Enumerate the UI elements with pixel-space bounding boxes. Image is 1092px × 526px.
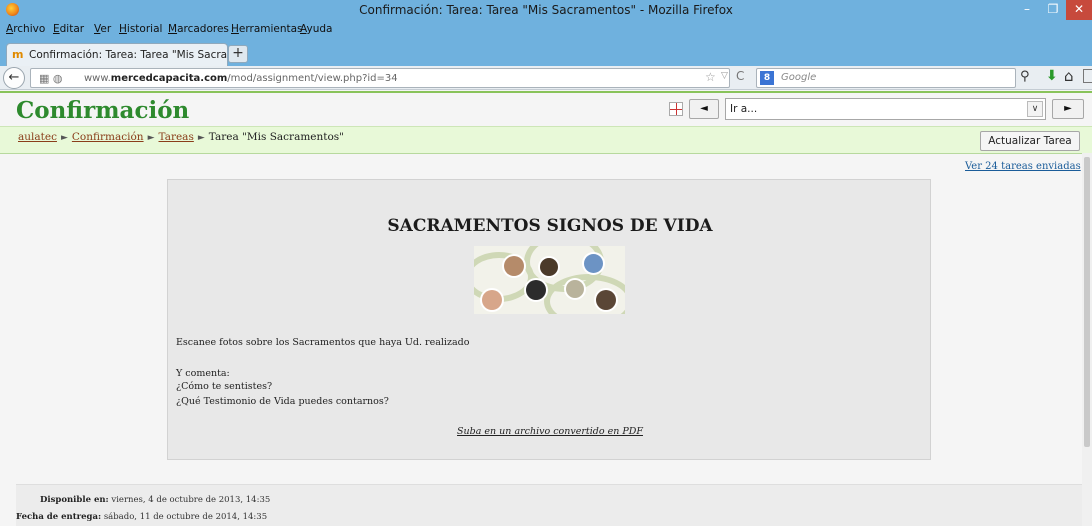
menu-ver[interactable]: Ver bbox=[94, 23, 111, 35]
assignment-instruction: Escanee fotos sobre los Sacramentos que … bbox=[176, 337, 470, 348]
home-icon[interactable]: ⌂ bbox=[1064, 67, 1074, 85]
jump-to-select[interactable]: Ir a... ∨ bbox=[725, 98, 1046, 120]
breadcrumb-tareas[interactable]: Tareas bbox=[159, 131, 194, 143]
chevron-down-icon[interactable]: ∨ bbox=[1027, 101, 1043, 117]
url-dropdown-icon[interactable]: ▽ bbox=[721, 71, 728, 81]
next-activity-button[interactable]: ► bbox=[1052, 99, 1084, 119]
breadcrumb-confirmacion[interactable]: Confirmación bbox=[72, 131, 144, 143]
header-divider bbox=[0, 91, 1092, 93]
previous-activity-button[interactable]: ◄ bbox=[689, 99, 719, 119]
view-submissions-link[interactable]: Ver 24 tareas enviadas bbox=[965, 161, 1081, 172]
menu-historial[interactable]: Historial bbox=[119, 23, 162, 35]
breadcrumb-current: Tarea "Mis Sacramentos" bbox=[208, 131, 345, 143]
breadcrumb-separator-icon: ► bbox=[197, 133, 205, 143]
site-identity-icon[interactable]: ▦ ◍ bbox=[39, 72, 63, 85]
available-date: Disponible en: viernes, 4 de octubre de … bbox=[40, 495, 271, 505]
menu-marcadores[interactable]: Marcadores bbox=[168, 23, 229, 35]
breadcrumb-separator-icon: ► bbox=[147, 133, 155, 143]
url-bar[interactable]: ▦ ◍ www.mercedcapacita.com/mod/assignmen… bbox=[30, 68, 730, 88]
dates-panel: Disponible en: viernes, 4 de octubre de … bbox=[16, 484, 1082, 526]
tab-active[interactable]: m Confirmación: Tarea: Tarea "Mis Sacram… bbox=[6, 43, 247, 66]
moodle-favicon-icon: m bbox=[12, 48, 24, 61]
due-date: Fecha de entrega: sábado, 11 de octubre … bbox=[16, 512, 268, 522]
layout-toggle-icon[interactable] bbox=[669, 102, 683, 116]
assignment-heading: SACRAMENTOS SIGNOS DE VIDA bbox=[387, 216, 713, 236]
toolbar-overflow-icon[interactable] bbox=[1083, 69, 1092, 83]
vertical-scrollbar[interactable] bbox=[1082, 153, 1092, 526]
menu-archivo[interactable]: Archivo bbox=[6, 23, 45, 35]
menu-editar[interactable]: Editar bbox=[53, 23, 84, 35]
url-text[interactable]: www.mercedcapacita.com/mod/assignment/vi… bbox=[84, 73, 398, 84]
bookmark-star-icon[interactable]: ☆ bbox=[705, 70, 716, 84]
update-assignment-button[interactable]: Actualizar Tarea bbox=[980, 131, 1080, 151]
back-button[interactable]: ← bbox=[3, 67, 25, 89]
reload-icon[interactable]: C bbox=[736, 69, 744, 83]
restore-button[interactable]: ❐ bbox=[1040, 0, 1066, 20]
minimize-button[interactable]: – bbox=[1014, 0, 1040, 20]
upload-pdf-instruction: Suba en un archivo convertido en PDF bbox=[457, 426, 643, 437]
sacraments-image bbox=[474, 246, 625, 314]
new-tab-button[interactable]: + bbox=[228, 45, 248, 63]
scrollbar-thumb[interactable] bbox=[1084, 157, 1090, 447]
close-button[interactable]: ✕ bbox=[1066, 0, 1092, 20]
assignment-description: SACRAMENTOS SIGNOS DE VIDA Escanee fotos… bbox=[167, 179, 931, 460]
menu-herramientas[interactable]: Herramientas bbox=[231, 23, 303, 35]
menu-bar: Archivo Editar Ver Historial Marcadores … bbox=[0, 20, 1092, 38]
tab-title: Confirmación: Tarea: Tarea "Mis Sacram..… bbox=[29, 49, 248, 61]
breadcrumb-aulatec[interactable]: aulatec bbox=[18, 131, 57, 143]
download-icon[interactable]: ⬇ bbox=[1046, 68, 1058, 84]
menu-ayuda[interactable]: Ayuda bbox=[300, 23, 332, 35]
course-title: Confirmación bbox=[16, 97, 190, 124]
search-field[interactable]: 8 Google bbox=[756, 68, 1016, 88]
search-placeholder: Google bbox=[781, 72, 817, 83]
assignment-question-1: ¿Cómo te sentistes? bbox=[176, 381, 273, 392]
assignment-comment-prompt: Y comenta: bbox=[176, 368, 230, 379]
assignment-question-2: ¿Qué Testimonio de Vida puedes contarnos… bbox=[176, 396, 389, 407]
breadcrumb-separator-icon: ► bbox=[60, 133, 68, 143]
jump-to-value: Ir a... bbox=[730, 103, 758, 115]
google-search-engine-icon[interactable]: 8 bbox=[760, 71, 774, 85]
tab-bar: m Confirmación: Tarea: Tarea "Mis Sacram… bbox=[0, 38, 1092, 66]
search-icon[interactable]: ⚲ bbox=[1020, 69, 1030, 84]
breadcrumb: aulatec ► Confirmación ► Tareas ► Tarea "Mis S… bbox=[18, 131, 344, 143]
window-title: Confirmación: Tarea: Tarea "Mis Sacramen… bbox=[359, 3, 733, 17]
window-titlebar: Confirmación: Tarea: Tarea "Mis Sacramen… bbox=[0, 0, 1092, 20]
